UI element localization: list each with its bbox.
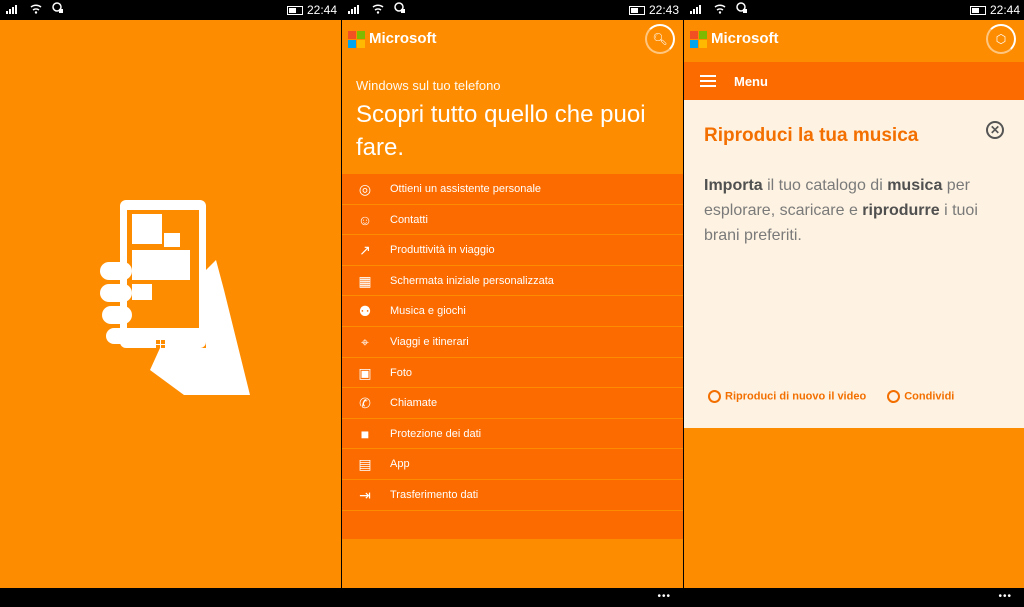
card-title: Riproduci la tua musica [704,125,919,146]
card-actions: Riproduci di nuovo il video Condividi [708,390,972,403]
signal-icon [6,5,20,17]
start-screen-icon: ▦ [358,272,372,289]
more-options-icon[interactable]: ••• [657,591,671,602]
splash-background [0,20,341,588]
list-item[interactable]: ▦ Schermata iniziale personalizzata [342,266,683,297]
hamburger-icon[interactable] [700,75,716,87]
list-item[interactable]: ⌖ Viaggi e itinerari [342,327,683,358]
list-item[interactable]: ⚉ Musica e giochi [342,296,683,327]
list-item[interactable]: ■ Protezione dei dati [342,419,683,450]
cortana-icon: ◎ [358,181,372,197]
wifi-icon [30,2,42,17]
main-content: Windows sul tuo telefono Scopri tutto qu… [342,58,683,588]
microsoft-logo-icon [348,31,365,48]
notification-icon [394,2,406,17]
app-header: Microsoft 🔍︎ [342,20,683,58]
contacts-icon: ☺ [357,211,373,228]
feature-list: ◎ Ottieni un assistente personale ☺ Contat… [342,174,683,539]
clock: 22:43 [648,3,679,17]
clock: 22:44 [989,3,1020,17]
info-card: Riproduci la tua musica ✕ Importa il tuo… [684,100,1024,428]
signal-icon [348,5,362,17]
camera-icon: ▣ [358,364,372,381]
battery-icon [287,6,303,15]
cube-button[interactable]: ⬡ [986,24,1016,54]
list-item[interactable]: ☺ Contatti [342,205,683,236]
transfer-icon: ⇥ [359,486,371,503]
more-options-icon[interactable]: ••• [998,591,1012,602]
splash-screen: 22:44 [0,0,341,607]
cube-icon: ⬡ [995,32,1007,46]
search-icon: 🔍︎ [652,32,668,46]
list-item[interactable]: ✆ Chiamate [342,388,683,419]
signal-icon [690,5,704,17]
menu-bar[interactable]: Menu [684,62,1024,100]
map-pin-icon: ⌖ [361,333,369,350]
list-item[interactable]: ▤ App [342,449,683,480]
app-bar: ••• [684,588,1024,607]
page-subtitle: Windows sul tuo telefono [356,78,501,93]
phone-icon: ✆ [359,395,371,412]
lock-icon: ■ [360,425,370,442]
replay-icon [708,390,721,403]
status-bar: 22:43 [342,0,683,20]
store-icon: ▤ [358,456,372,473]
wifi-icon [372,2,384,17]
app-header: Microsoft ⬡ [684,20,1024,58]
menu-label: Menu [734,74,768,89]
list-item[interactable]: ◎ Ottieni un assistente personale [342,174,683,205]
close-icon: ✕ [989,123,1001,137]
close-button[interactable]: ✕ [986,121,1004,139]
search-button[interactable]: 🔍︎ [645,24,675,54]
notification-icon [736,2,748,17]
main-screen: 22:43 Microsoft 🔍︎ Windows sul tuo telef… [342,0,683,607]
brand-name: Microsoft [711,30,779,47]
detail-screen: 22:44 Microsoft ⬡ Menu Riproduci la tua … [684,0,1024,607]
app-bar [0,588,341,607]
status-bar: 22:44 [684,0,1024,20]
page-title: Scopri tutto quello che puoi fare. [356,101,646,161]
battery-icon [970,6,986,15]
list-item[interactable]: ⇥ Trasferimento dati [342,480,683,511]
replay-video-button[interactable]: Riproduci di nuovo il video [708,390,866,403]
wifi-icon [714,2,726,17]
status-bar: 22:44 [0,0,341,20]
clock: 22:44 [306,3,337,17]
card-description: Importa il tuo catalogo di musica per es… [704,177,978,244]
app-bar: ••• [342,588,683,607]
phone-in-hand-icon [100,200,250,395]
microsoft-logo-icon [690,31,707,48]
list-item[interactable]: ▣ Foto [342,358,683,389]
battery-icon [629,6,645,15]
share-button[interactable]: Condividi [887,390,954,403]
list-item[interactable]: ↗ Produttività in viaggio [342,235,683,266]
share-icon [887,390,901,403]
gamepad-icon: ⚉ [358,303,372,320]
productivity-icon: ↗ [359,242,371,259]
brand-name: Microsoft [369,30,437,47]
notification-icon [52,2,64,17]
